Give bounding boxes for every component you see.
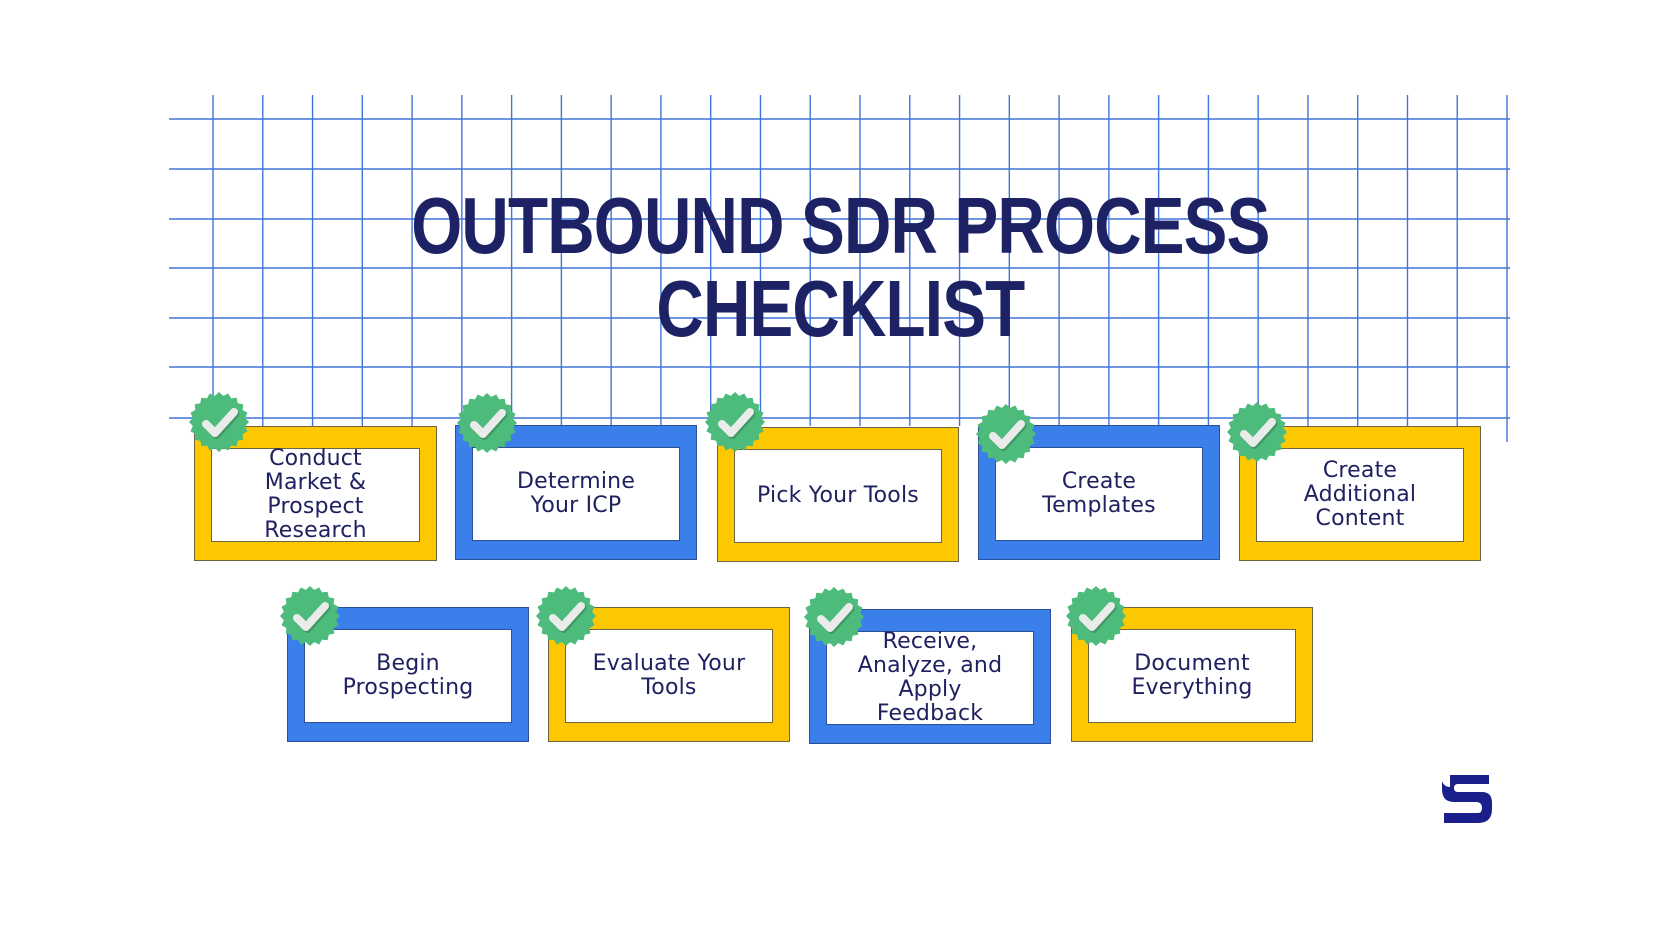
checklist-item-label: Receive, Analyze, and Apply Feedback xyxy=(857,629,1003,726)
checklist-item-label: Determine Your ICP xyxy=(516,469,636,518)
badge-seal xyxy=(280,586,340,646)
checklist-item-card: Conduct Market & Prospect Research xyxy=(211,446,420,543)
badge-seal xyxy=(189,392,249,452)
checklist-item-label: Create Additional Content xyxy=(1303,458,1417,531)
checklist-item-label: Evaluate Your Tools xyxy=(592,651,746,700)
check-badge-icon xyxy=(189,392,249,452)
badge-seal xyxy=(1066,586,1126,646)
badge-seal xyxy=(705,392,765,452)
checklist-item-label: Begin Prospecting xyxy=(342,651,474,700)
check-badge-icon xyxy=(536,586,596,646)
checklist-item-label: Document Everything xyxy=(1131,651,1253,700)
page-title-line-2: CHECKLIST xyxy=(0,269,1680,349)
badge-seal xyxy=(536,586,596,646)
title-text-2: CHECKLIST xyxy=(655,264,1025,353)
check-badge-icon xyxy=(976,404,1036,464)
checklist-item-label: Create Templates xyxy=(1042,469,1156,518)
check-badge-icon xyxy=(1227,402,1287,462)
check-badge-icon xyxy=(804,587,864,647)
check-badge-icon xyxy=(280,586,340,646)
brand-logo-icon xyxy=(1442,775,1492,823)
badge-seal xyxy=(804,587,864,647)
title-text-1: OUTBOUND SDR PROCESS xyxy=(410,181,1270,270)
check-badge-icon xyxy=(1066,586,1126,646)
badge-seal xyxy=(976,404,1036,464)
check-badge-icon xyxy=(457,393,517,453)
checklist-item-card: Pick Your Tools xyxy=(734,449,942,543)
badge-seal xyxy=(1227,402,1287,462)
check-badge-icon xyxy=(705,392,765,452)
checklist-item-label: Pick Your Tools xyxy=(757,483,919,508)
page-title-line-1: OUTBOUND SDR PROCESS xyxy=(0,186,1680,266)
badge-seal xyxy=(457,393,517,453)
checklist-item-label: Conduct Market & Prospect Research xyxy=(264,446,367,543)
checklist-item-card: Determine Your ICP xyxy=(472,447,680,541)
